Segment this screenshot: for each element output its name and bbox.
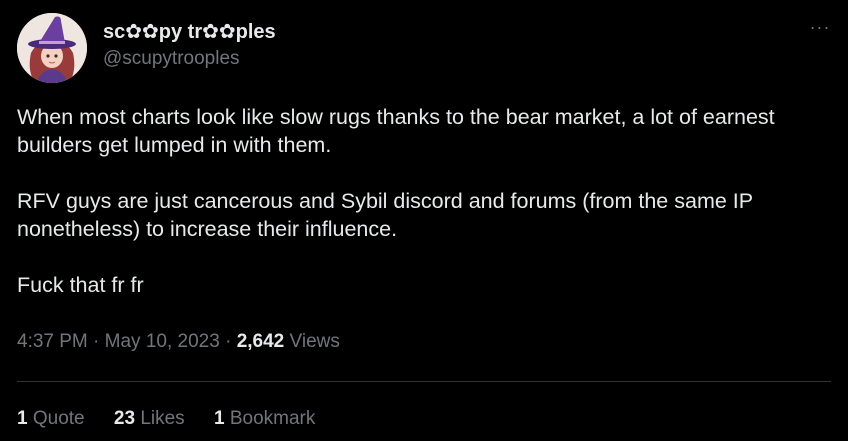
- witch-avatar-icon: [17, 13, 87, 83]
- tweet-paragraph: When most charts look like slow rugs tha…: [17, 105, 781, 157]
- quotes-label: Quote: [32, 408, 85, 429]
- tweet-stats: 1 Quote 23 Likes 1 Bookmark: [17, 407, 339, 431]
- more-horizontal-icon[interactable]: ···: [809, 18, 831, 43]
- likes-label: Likes: [140, 408, 185, 429]
- tweet-time[interactable]: 4:37 PM: [17, 331, 88, 352]
- views-label: Views: [289, 331, 340, 352]
- tweet-paragraph: Fuck that fr fr: [17, 273, 144, 297]
- bookmarks-stat[interactable]: 1 Bookmark: [214, 407, 315, 431]
- quotes-stat[interactable]: 1 Quote: [17, 407, 85, 431]
- avatar[interactable]: [17, 13, 87, 83]
- author-names: sc✿✿py tr✿✿ples @scupytrooples: [103, 20, 276, 70]
- likes-count: 23: [113, 408, 136, 429]
- tweet-card: sc✿✿py tr✿✿ples @scupytrooples ··· When …: [0, 0, 848, 441]
- likes-stat[interactable]: 23 Likes: [114, 407, 185, 431]
- tweet-date[interactable]: May 10, 2023: [105, 331, 220, 352]
- tweet-header: sc✿✿py tr✿✿ples @scupytrooples ···: [17, 13, 831, 83]
- bookmarks-count: 1: [213, 408, 225, 429]
- divider: [17, 381, 831, 382]
- meta-separator: ·: [225, 331, 232, 352]
- author-display-name[interactable]: sc✿✿py tr✿✿ples: [103, 20, 276, 44]
- bookmarks-label: Bookmark: [229, 408, 316, 429]
- tweet-paragraph: RFV guys are just cancerous and Sybil di…: [17, 189, 759, 241]
- views-count: 2,642: [236, 331, 285, 352]
- tweet-text: When most charts look like slow rugs tha…: [17, 103, 831, 327]
- quotes-count: 1: [17, 408, 28, 429]
- meta-separator: ·: [93, 331, 100, 352]
- tweet-meta: 4:37 PM · May 10, 2023 · 2,642 Views: [17, 330, 340, 354]
- author-handle[interactable]: @scupytrooples: [103, 48, 276, 70]
